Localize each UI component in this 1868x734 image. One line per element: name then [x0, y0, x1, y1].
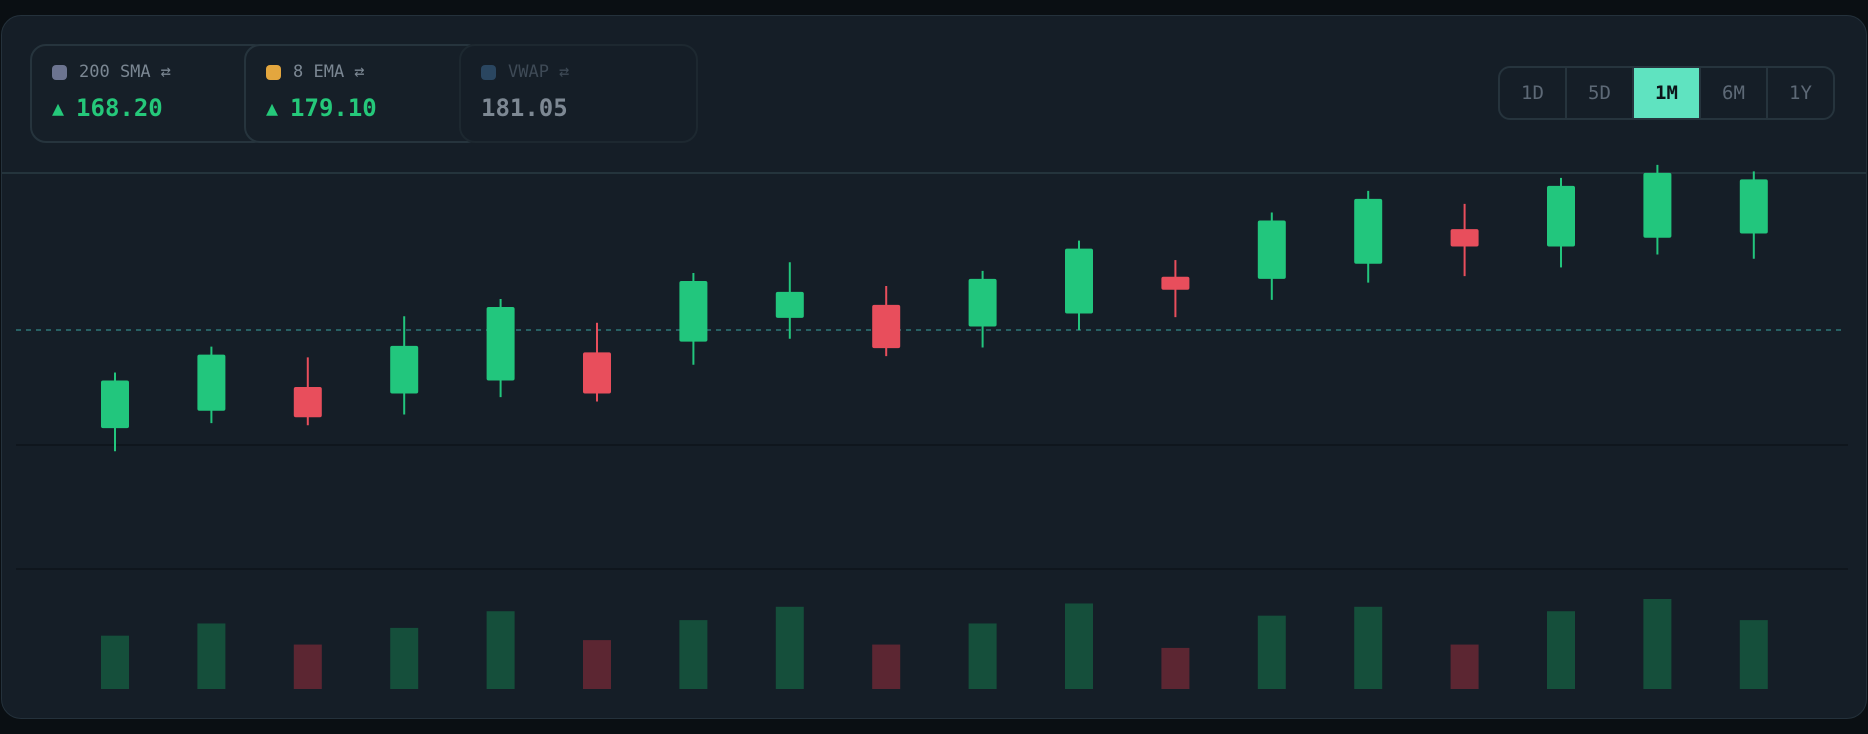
volume-bar	[1161, 647, 1190, 689]
volume-bar	[293, 644, 322, 689]
volume-bar	[1354, 606, 1383, 689]
candle-body	[1161, 276, 1190, 290]
candle-body	[1257, 220, 1286, 279]
candle-body	[775, 291, 804, 318]
candle-body	[390, 345, 419, 394]
volume-bar	[872, 644, 901, 689]
volume-bar	[968, 623, 997, 689]
candle-body	[968, 278, 997, 327]
volume-bar	[197, 623, 226, 689]
candle-body	[1643, 172, 1672, 238]
volume-bar	[679, 620, 708, 689]
volume-bar	[1257, 615, 1286, 689]
volume-bar	[1450, 644, 1479, 689]
candle-body	[1354, 198, 1383, 264]
volume-bar	[1739, 620, 1768, 689]
candle-body	[872, 304, 901, 349]
candle-body	[101, 380, 129, 429]
volume-bar	[390, 627, 419, 689]
candle-body	[293, 387, 322, 418]
volume-bar	[1643, 599, 1672, 689]
volume-bar	[1065, 603, 1093, 689]
candle-body	[1065, 248, 1093, 314]
chart-panel: 200 SMA ⇄ ▲ 168.20 8 EMA ⇄ ▲ 179.10 VWAP	[1, 15, 1867, 719]
candlestick-chart[interactable]	[2, 16, 1867, 719]
volume-bar	[775, 606, 804, 689]
volume-bar	[583, 640, 611, 689]
candle-body	[679, 281, 708, 342]
candle-body	[583, 352, 611, 394]
candle-body	[1739, 179, 1768, 234]
volume-bar	[101, 635, 129, 689]
candle-body	[197, 354, 226, 411]
candle-body	[486, 307, 515, 381]
volume-bar	[486, 611, 515, 689]
volume-bar	[1547, 611, 1575, 689]
candle-body	[1547, 185, 1575, 247]
candle-body	[1450, 229, 1479, 247]
